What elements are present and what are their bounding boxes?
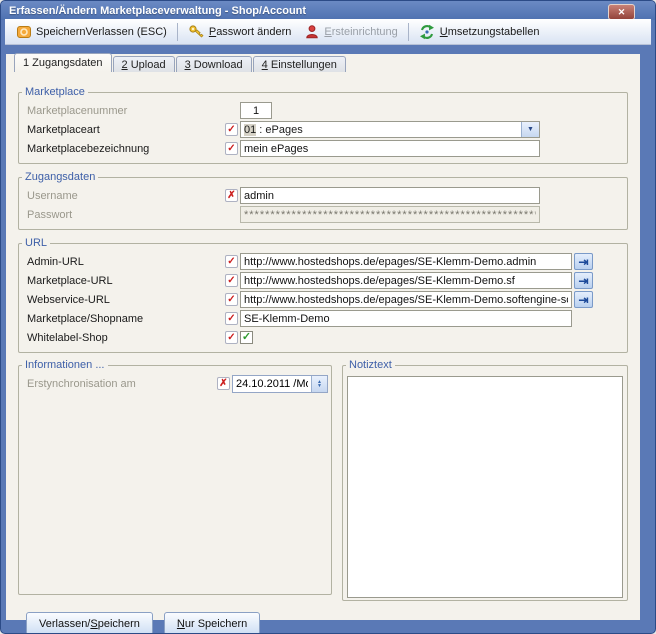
field-row-marketplacenummer: Marketplacenummer xyxy=(19,101,627,120)
dialog-window: Erfassen/Ändern Marketplaceverwaltung - … xyxy=(0,0,656,634)
field-label: Username xyxy=(27,190,225,202)
marketplaceart-combobox[interactable]: 01 : ePages ▼ xyxy=(240,121,540,138)
group-zugangsdaten: Zugangsdaten Username ✗ Passwort xyxy=(18,171,628,230)
notiztext-textarea[interactable] xyxy=(347,376,623,598)
group-marketplace: Marketplace Marketplacenummer Marketplac… xyxy=(18,86,628,164)
group-title: Marketplace xyxy=(22,86,88,98)
date-field: ▲ ▼ xyxy=(232,375,328,393)
field-row-marketplacebezeichnung: Marketplacebezeichnung ✓ xyxy=(19,139,627,158)
open-url-icon[interactable]: ⇥ xyxy=(574,291,593,308)
required-cross-icon[interactable]: ✗ xyxy=(225,189,238,202)
bottom-columns: Informationen ... Erstynchronisation am … xyxy=(18,359,628,601)
tab-strip: 1 Zugangsdaten 2 Upload 3 Download 4 Ein… xyxy=(6,54,640,72)
tab-zugangsdaten[interactable]: 1 Zugangsdaten xyxy=(14,53,112,72)
field-row-whitelabel: Whitelabel-Shop ✓ ✓ xyxy=(19,328,627,347)
group-notiztext: Notiztext xyxy=(342,359,628,601)
field-row-admin-url: Admin-URL ✓ ⇥ xyxy=(19,252,627,271)
tab-upload[interactable]: 2 Upload xyxy=(113,56,175,72)
combo-selected-code: 01 xyxy=(244,124,256,136)
toolbar-button-umsetzungstabellen[interactable]: Umsetzungstabellen xyxy=(413,22,546,42)
main-panel: 1 Zugangsdaten 2 Upload 3 Download 4 Ein… xyxy=(6,54,640,620)
field-label: Marketplace/Shopname xyxy=(27,313,225,325)
window-title: Erfassen/Ändern Marketplaceverwaltung - … xyxy=(9,5,306,17)
verlassen-speichern-button[interactable]: Verlassen/Speichern xyxy=(26,612,153,634)
toolbar-label: Passwort ändern xyxy=(209,26,292,38)
required-check-icon[interactable]: ✓ xyxy=(225,274,238,287)
required-check-icon[interactable]: ✓ xyxy=(225,255,238,268)
tab-einstellungen[interactable]: 4 Einstellungen xyxy=(253,56,346,72)
toolbar-label: Umsetzungstabellen xyxy=(440,26,540,38)
admin-url-input[interactable] xyxy=(240,253,572,270)
group-title: Notiztext xyxy=(346,359,395,371)
field-row-passwort: Passwort xyxy=(19,205,627,224)
erstsynchronisation-date-input[interactable] xyxy=(233,376,311,392)
toolbar-label: Ersteinrichtung xyxy=(324,26,397,38)
marketplace-url-input[interactable] xyxy=(240,272,572,289)
keys-icon xyxy=(188,24,205,40)
toolbar-label: SpeichernVerlassen (ESC) xyxy=(36,26,167,38)
field-label: Marketplacenummer xyxy=(27,105,225,117)
toolbar-separator xyxy=(177,23,178,41)
required-check-icon[interactable]: ✓ xyxy=(225,331,238,344)
title-bar: Erfassen/Ändern Marketplaceverwaltung - … xyxy=(1,1,655,20)
field-row-marketplaceart: Marketplaceart ✓ 01 : ePages ▼ xyxy=(19,120,627,139)
username-input[interactable] xyxy=(240,187,540,204)
webservice-url-input[interactable] xyxy=(240,291,572,308)
whitelabel-checkbox[interactable]: ✓ xyxy=(240,331,253,344)
date-spinner[interactable]: ▲ ▼ xyxy=(311,376,327,392)
group-url: URL Admin-URL ✓ ⇥ Marketplace-URL ✓ ⇥ We… xyxy=(18,237,628,353)
required-check-icon[interactable]: ✓ xyxy=(225,142,238,155)
setup-person-icon xyxy=(303,24,320,40)
open-url-icon[interactable]: ⇥ xyxy=(574,253,593,270)
open-url-icon[interactable]: ⇥ xyxy=(574,272,593,289)
required-check-icon[interactable]: ✓ xyxy=(225,293,238,306)
toolbar-separator xyxy=(408,23,409,41)
field-label: Admin-URL xyxy=(27,256,225,268)
spinner-down-icon: ▼ xyxy=(317,384,322,388)
required-check-icon[interactable]: ✓ xyxy=(225,123,238,136)
group-informationen: Informationen ... Erstynchronisation am … xyxy=(18,359,332,595)
save-exit-icon xyxy=(15,24,32,40)
group-title: Informationen ... xyxy=(22,359,108,371)
field-row-shopname: Marketplace/Shopname ✓ xyxy=(19,309,627,328)
group-title: URL xyxy=(22,237,50,249)
required-check-icon[interactable]: ✓ xyxy=(225,312,238,325)
tab-download[interactable]: 3 Download xyxy=(176,56,252,72)
field-row-username: Username ✗ xyxy=(19,186,627,205)
field-label: Erstynchronisation am xyxy=(27,378,217,390)
marketplacebezeichnung-input[interactable] xyxy=(240,140,540,157)
shopname-input[interactable] xyxy=(240,310,572,327)
toolbar-button-ersteinrichtung: Ersteinrichtung xyxy=(297,22,403,42)
close-button[interactable]: ✕ xyxy=(608,4,635,20)
close-icon: ✕ xyxy=(618,8,626,17)
toolbar-button-passwort-aendern[interactable]: Passwort ändern xyxy=(182,22,298,42)
group-title: Zugangsdaten xyxy=(22,171,98,183)
footer-buttons: Verlassen/Speichern Nur Speichern xyxy=(26,612,640,634)
chevron-down-icon[interactable]: ▼ xyxy=(521,122,539,137)
field-row-marketplace-url: Marketplace-URL ✓ ⇥ xyxy=(19,271,627,290)
field-label: Passwort xyxy=(27,209,225,221)
toolbar-button-speichern-verlassen[interactable]: SpeichernVerlassen (ESC) xyxy=(9,22,173,42)
marketplacenummer-input[interactable] xyxy=(240,102,272,119)
field-label: Whitelabel-Shop xyxy=(27,332,225,344)
field-label: Marketplace-URL xyxy=(27,275,225,287)
required-cross-icon[interactable]: ✗ xyxy=(217,377,230,390)
mapping-tables-icon xyxy=(419,24,436,40)
toolbar: SpeichernVerlassen (ESC) Passwort ändern… xyxy=(5,19,651,45)
passwort-input xyxy=(240,206,540,223)
field-label: Webservice-URL xyxy=(27,294,225,306)
field-row-webservice-url: Webservice-URL ✓ ⇥ xyxy=(19,290,627,309)
field-label: Marketplacebezeichnung xyxy=(27,143,225,155)
field-row-erstsynchronisation: Erstynchronisation am ✗ ▲ ▼ xyxy=(19,374,331,393)
nur-speichern-button[interactable]: Nur Speichern xyxy=(164,612,260,634)
field-label: Marketplaceart xyxy=(27,124,225,136)
